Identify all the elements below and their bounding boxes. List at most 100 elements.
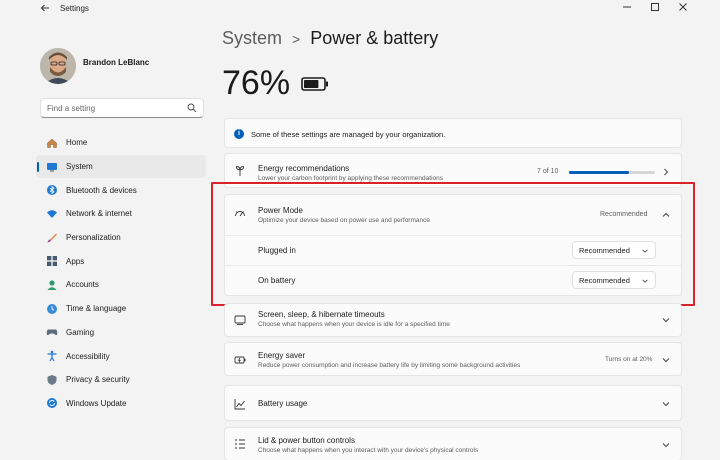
energy-title: Energy recommendations [258, 164, 350, 173]
lid-power-card[interactable]: Lid & power button controls Choose what … [224, 427, 682, 460]
power-mode-value: Recommended [600, 211, 648, 218]
back-button[interactable] [38, 3, 52, 17]
energy-saver-status: Turns on at 20% [605, 356, 653, 363]
nav-list: Home System Bluetooth & devices Network … [36, 131, 206, 415]
search-box[interactable] [40, 98, 204, 118]
lid-title: Lid & power button controls [258, 436, 355, 445]
minimize-button[interactable] [612, 0, 642, 20]
sidebar-item-label: Apps [66, 256, 85, 266]
close-button[interactable] [668, 0, 698, 20]
apps-icon [46, 255, 58, 267]
page-title: Power & battery [310, 28, 439, 48]
screen-sleep-icon [234, 315, 246, 325]
sidebar-item-accessibility[interactable]: Accessibility [36, 344, 206, 368]
battery-usage-title: Battery usage [258, 399, 308, 408]
sidebar-item-label: Time & language [66, 304, 127, 314]
power-mode-title: Power Mode [258, 206, 303, 215]
sidebar-item-label: System [66, 162, 93, 172]
sidebar-item-label: Home [66, 138, 88, 148]
chevron-up-icon[interactable] [661, 210, 671, 220]
search-input[interactable] [47, 102, 177, 114]
sidebar-item-bluetooth[interactable]: Bluetooth & devices [36, 178, 206, 202]
arrow-left-icon [40, 4, 49, 12]
energy-subtitle: Lower your carbon footprint by applying … [258, 175, 443, 182]
screen-sleep-subtitle: Choose what happens when your device is … [258, 321, 450, 328]
energy-recommendations-card[interactable]: Energy recommendations Lower your carbon… [224, 153, 682, 188]
sidebar-item-time-language[interactable]: Time & language [36, 297, 206, 321]
battery-icon [301, 77, 328, 91]
sidebar-item-apps[interactable]: Apps [36, 249, 206, 273]
plugged-in-dropdown[interactable]: Recommended [572, 241, 656, 259]
energy-saver-card[interactable]: Energy saver Reduce power consumption an… [224, 342, 682, 376]
gamepad-icon [46, 326, 58, 338]
sidebar-item-gaming[interactable]: Gaming [36, 321, 206, 345]
battery-percentage: 76% [222, 64, 291, 102]
sidebar-item-privacy-security[interactable]: Privacy & security [36, 368, 206, 392]
on-battery-value: Recommended [579, 275, 630, 285]
sidebar-item-label: Privacy & security [66, 375, 130, 385]
power-mode-card: Power Mode Optimize your device based on… [224, 194, 682, 296]
sidebar-item-label: Bluetooth & devices [66, 185, 137, 195]
chevron-down-icon[interactable] [661, 355, 671, 365]
wifi-icon [46, 208, 58, 220]
plugged-in-label: Plugged in [258, 246, 296, 255]
leaf-icon [235, 166, 245, 176]
sidebar-item-accounts[interactable]: Accounts [36, 273, 206, 297]
shield-icon [46, 374, 58, 386]
org-managed-text: Some of these settings are managed by yo… [251, 130, 446, 139]
system-icon [46, 161, 58, 173]
screen-sleep-title: Screen, sleep, & hibernate timeouts [258, 310, 385, 319]
sidebar: Brandon LeBlanc Home System Bluetooth & … [0, 20, 215, 460]
energy-progress-bar [569, 171, 655, 174]
battery-usage-card[interactable]: Battery usage [224, 385, 682, 421]
sidebar-item-personalization[interactable]: Personalization [36, 226, 206, 250]
chevron-down-icon [642, 279, 648, 283]
on-battery-dropdown[interactable]: Recommended [572, 271, 656, 289]
power-mode-icon [235, 211, 245, 217]
accessibility-icon [46, 350, 58, 362]
bluetooth-icon [46, 184, 58, 196]
sidebar-item-label: Accessibility [66, 351, 110, 361]
avatar[interactable] [40, 48, 76, 84]
sidebar-item-label: Network & internet [66, 209, 132, 219]
sidebar-item-label: Accounts [66, 280, 99, 290]
chevron-down-icon[interactable] [661, 399, 671, 409]
chevron-down-icon[interactable] [661, 440, 671, 450]
minimize-icon [623, 6, 631, 8]
brush-icon [46, 232, 58, 244]
power-mode-subtitle: Optimize your device based on power use … [258, 217, 430, 224]
chevron-right-icon[interactable] [661, 167, 671, 177]
search-icon[interactable] [187, 103, 197, 113]
info-icon: i [234, 129, 244, 139]
title-bar: Settings [0, 0, 720, 20]
sidebar-item-label: Personalization [66, 233, 121, 243]
screen-sleep-card[interactable]: Screen, sleep, & hibernate timeouts Choo… [224, 303, 682, 337]
sidebar-item-home[interactable]: Home [36, 131, 206, 155]
org-managed-notice: i Some of these settings are managed by … [224, 118, 682, 148]
sidebar-item-system[interactable]: System [36, 154, 206, 179]
energy-saver-title: Energy saver [258, 351, 306, 360]
globe-clock-icon [46, 303, 58, 315]
sidebar-item-label: Windows Update [66, 398, 127, 408]
user-name: Brandon LeBlanc [83, 58, 150, 67]
maximize-button[interactable] [640, 0, 670, 20]
chevron-down-icon [642, 249, 648, 253]
accounts-icon [46, 279, 58, 291]
sidebar-item-network[interactable]: Network & internet [36, 202, 206, 226]
on-battery-label: On battery [258, 276, 296, 285]
breadcrumb-parent[interactable]: System [222, 28, 282, 49]
chevron-down-icon[interactable] [661, 315, 671, 325]
sidebar-item-windows-update[interactable]: Windows Update [36, 392, 206, 416]
app-title: Settings [60, 4, 89, 13]
update-icon [46, 397, 58, 409]
energy-progress-text: 7 of 10 [537, 168, 559, 175]
plugged-in-value: Recommended [579, 245, 630, 255]
breadcrumb: System > Power & battery [222, 28, 438, 49]
battery-fill [304, 80, 319, 88]
avatar-image [40, 48, 76, 84]
breadcrumb-separator: > [292, 30, 301, 47]
divider [225, 265, 681, 266]
lid-subtitle: Choose what happens when you interact wi… [258, 447, 479, 454]
energy-saver-icon [234, 356, 246, 364]
chart-icon [234, 399, 245, 410]
